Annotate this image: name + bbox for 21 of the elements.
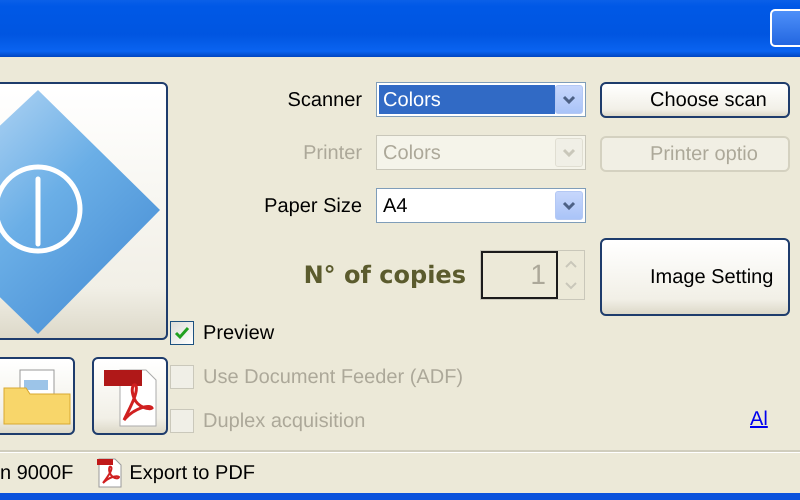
field-label: Scanner <box>286 88 363 112</box>
copies-label: N° of copies <box>304 260 466 291</box>
checkbox[interactable] <box>170 321 194 345</box>
checkbox-label: Use Document Feeder (ADF) <box>203 365 464 390</box>
pdf-file-icon <box>95 456 124 488</box>
checkbox-label: Duplex acquisition <box>203 409 366 434</box>
scan-button[interactable] <box>0 82 168 340</box>
side-button[interactable]: Choose scan <box>600 82 790 118</box>
field-label: Paper Size <box>263 194 363 218</box>
check-icon <box>174 326 190 340</box>
dropdown[interactable]: Colors <box>376 82 586 117</box>
field-label: Printer <box>302 140 363 166</box>
pdf-button[interactable] <box>92 357 168 435</box>
dropdown[interactable]: A4 <box>376 188 586 223</box>
checkbox-label: Preview <box>203 321 274 346</box>
status-text: Export to PDF <box>129 460 255 486</box>
link[interactable]: Al <box>600 404 800 434</box>
open-folder-button[interactable] <box>0 357 75 435</box>
title-bar-button[interactable] <box>770 8 800 46</box>
image-settings-button[interactable]: Image Setting <box>600 238 790 316</box>
status-text: n 9000F <box>0 460 74 486</box>
